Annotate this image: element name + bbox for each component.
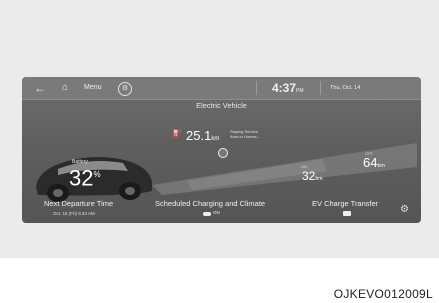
- home-icon[interactable]: ⌂: [62, 77, 68, 99]
- date: Thu, Oct. 14: [330, 85, 361, 91]
- divider: [320, 81, 321, 95]
- gear-icon[interactable]: ⚙: [400, 204, 409, 215]
- next-departure-button[interactable]: Next Departure Time: [44, 199, 113, 208]
- service-note: Staying Service Area to Homes...: [230, 129, 261, 139]
- location-pin-icon: [218, 148, 228, 158]
- page-title: Electric Vehicle: [196, 101, 247, 110]
- ev-screen: ← ⌂ Menu ⚙ 4:37PM Thu, Oct. 14 Electric …: [22, 77, 421, 223]
- next-departure-time: Oct. 15 (Fri) 6:44 AM: [53, 211, 95, 216]
- range-service: 25.1km: [186, 128, 220, 143]
- battery-value: 32%: [69, 165, 101, 191]
- service-area-icon: ⛽: [172, 129, 182, 138]
- scheduled-state: ON: [213, 210, 220, 215]
- clock: 4:37PM: [272, 81, 304, 95]
- ev-charge-transfer-button[interactable]: EV Charge Transfer: [312, 199, 378, 208]
- gear-icon[interactable]: ⚙: [118, 82, 132, 96]
- scheduled-charging-button[interactable]: Scheduled Charging and Climate: [155, 199, 265, 208]
- top-bar: ← ⌂ Menu ⚙ 4:37PM Thu, Oct. 14: [22, 77, 421, 100]
- menu-button[interactable]: Menu: [84, 77, 102, 99]
- toggle-icon[interactable]: [203, 212, 211, 216]
- range-off: 64km: [363, 155, 385, 170]
- figure-code: OJKEVO012009L: [333, 287, 433, 301]
- back-arrow-icon[interactable]: ←: [34, 77, 46, 99]
- divider: [256, 81, 257, 95]
- transfer-icon: [343, 211, 351, 216]
- range-on: 32km: [302, 169, 323, 183]
